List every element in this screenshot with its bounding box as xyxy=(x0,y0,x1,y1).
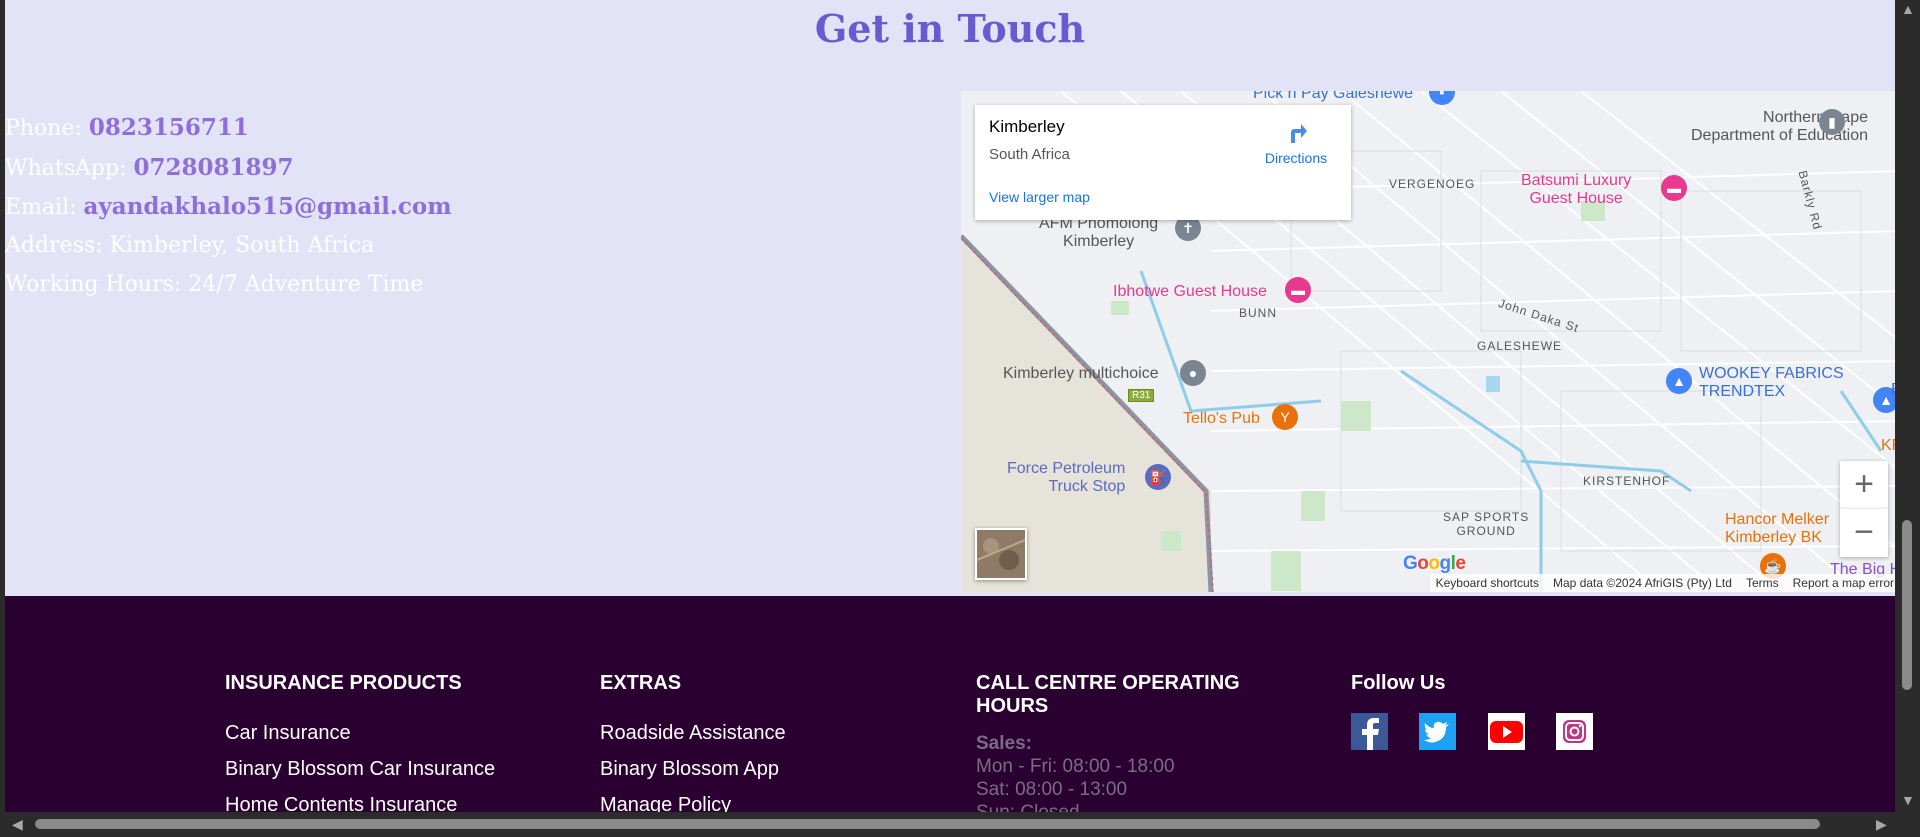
wookey-line1: WOOKEY FABRICS xyxy=(1699,365,1844,382)
horizontal-scroll-thumb[interactable] xyxy=(35,819,1820,829)
map-area-vergenoeg: VERGENOEG xyxy=(1389,177,1476,191)
map-card-subtitle: South Africa xyxy=(989,146,1070,163)
hours-weekday: Mon - Fri: 08:00 - 18:00 xyxy=(976,756,1175,777)
fuel-pin-icon[interactable]: ⛽ xyxy=(1145,464,1171,490)
terms-link[interactable]: Terms xyxy=(1746,576,1779,590)
map-area-sap-sports: SAP SPORTS GROUND xyxy=(1443,510,1529,538)
scroll-down-icon[interactable]: ▼ xyxy=(1901,793,1915,807)
footer-heading-insurance: INSURANCE PRODUCTS xyxy=(225,672,462,694)
wookey-line2: TRENDTEX xyxy=(1699,383,1786,400)
twitter-icon[interactable] xyxy=(1419,713,1457,750)
phone-link[interactable]: 0823156711 xyxy=(89,114,249,141)
hotel-pin-icon[interactable]: ▬ xyxy=(1661,175,1687,201)
map-label-wookey: WOOKEY FABRICS TRENDTEX xyxy=(1699,365,1844,401)
sap-line2: GROUND xyxy=(1456,524,1516,538)
whatsapp-label: WhatsApp: xyxy=(5,156,127,181)
site-footer: INSURANCE PRODUCTS Car Insurance Binary … xyxy=(5,596,1895,812)
hotel-pin-icon[interactable]: ▬ xyxy=(1285,277,1311,303)
map-label-afm: AFM Phomolong Kimberley xyxy=(1039,215,1158,251)
footer-link-app[interactable]: Binary Blossom App xyxy=(600,751,930,787)
map-label-kf: KF xyxy=(1881,437,1895,454)
force-line2: Truck Stop xyxy=(1048,478,1126,495)
hours-saturday: Sat: 08:00 - 13:00 xyxy=(976,779,1128,800)
footer-col-follow: Follow Us xyxy=(1351,672,1681,750)
section-title: Get in Touch xyxy=(814,6,1086,51)
email-label: Email: xyxy=(5,195,77,220)
batsumi-line2: Guest House xyxy=(1529,190,1623,207)
map-area-kirstenhof: KIRSTENHOF xyxy=(1583,474,1671,488)
force-line1: Force Petroleum xyxy=(1007,460,1126,477)
browser-viewport: Get in Touch Phone: 0823156711 WhatsApp:… xyxy=(0,0,1895,812)
footer-link-manage-policy[interactable]: Manage Policy xyxy=(600,787,930,812)
location-pin-icon[interactable]: ● xyxy=(1180,360,1206,386)
email-row: Email: ayandakhalo515@gmail.com xyxy=(5,193,452,220)
footer-link-roadside[interactable]: Roadside Assistance xyxy=(600,715,930,751)
directions-button[interactable]: Directions xyxy=(1261,119,1331,166)
satellite-toggle-button[interactable] xyxy=(975,528,1027,580)
zoom-out-button[interactable]: − xyxy=(1840,509,1888,557)
scroll-right-icon[interactable]: ▶ xyxy=(1876,817,1887,831)
map-label-ibhotwe: Ibhotwe Guest House xyxy=(1113,283,1267,300)
call-centre-hours: Sales: Mon - Fri: 08:00 - 18:00 Sat: 08:… xyxy=(976,732,1276,812)
map-card-title: Kimberley xyxy=(989,117,1065,136)
footer-heading-extras: EXTRAS xyxy=(600,672,682,694)
hours-sunday: Sun: Closed xyxy=(976,802,1080,812)
instagram-icon[interactable] xyxy=(1556,713,1594,750)
phone-row: Phone: 0823156711 xyxy=(5,114,249,141)
shopping-pin-icon[interactable]: ▲ xyxy=(1666,368,1692,394)
view-larger-map-link[interactable]: View larger map xyxy=(989,189,1090,205)
footer-col-insurance: INSURANCE PRODUCTS Car Insurance Binary … xyxy=(225,672,555,812)
vertical-scrollbar[interactable]: ▲ ▼ xyxy=(1895,0,1920,812)
map-area-galeshewe: GALESHEWE xyxy=(1477,339,1563,353)
map-label-force-petroleum: Force Petroleum Truck Stop xyxy=(1007,460,1125,496)
social-icons xyxy=(1351,713,1681,750)
hancor-line2: Kimberley BK xyxy=(1725,529,1822,546)
bar-pin-icon[interactable]: Y xyxy=(1272,404,1298,430)
directions-label: Directions xyxy=(1264,150,1328,166)
map-label-multichoice: Kimberley multichoice xyxy=(1003,365,1159,382)
vertical-scroll-thumb[interactable] xyxy=(1902,520,1912,690)
google-logo: Google xyxy=(1403,553,1466,574)
government-pin-icon[interactable]: ▮ xyxy=(1819,109,1845,135)
footer-heading-follow: Follow Us xyxy=(1351,672,1446,694)
hancor-line1: Hancor Melker xyxy=(1725,511,1830,528)
keyboard-shortcuts-link[interactable]: Keyboard shortcuts xyxy=(1436,576,1539,590)
footer-col-hours: CALL CENTRE OPERATING HOURS Sales: Mon -… xyxy=(976,672,1276,812)
map-info-card: Kimberley South Africa Directions View l… xyxy=(975,105,1351,220)
whatsapp-link[interactable]: 0728081897 xyxy=(134,154,294,181)
batsumi-line1: Batsumi Luxury xyxy=(1521,172,1632,189)
afm-line2: Kimberley xyxy=(1063,233,1135,250)
zoom-in-button[interactable]: + xyxy=(1840,461,1888,509)
map-data-credit: Map data ©2024 AfriGIS (Pty) Ltd xyxy=(1553,576,1732,590)
satellite-thumbnail-icon xyxy=(976,530,1026,578)
footer-link-binary-blossom-car[interactable]: Binary Blossom Car Insurance xyxy=(225,751,555,787)
footer-heading-hours: CALL CENTRE OPERATING HOURS xyxy=(976,672,1240,717)
scroll-up-icon[interactable]: ▲ xyxy=(1901,2,1915,16)
youtube-icon[interactable] xyxy=(1487,713,1525,750)
working-hours-text: Working Hours: 24/7 Adventure Time xyxy=(5,272,424,297)
directions-icon xyxy=(1291,124,1307,143)
scroll-left-icon[interactable]: ◀ xyxy=(12,817,23,831)
whatsapp-row: WhatsApp: 0728081897 xyxy=(5,154,294,181)
report-map-error-link[interactable]: Report a map error xyxy=(1793,576,1894,590)
map-label-batsumi: Batsumi Luxury Guest House xyxy=(1521,172,1631,208)
address-text: Address: Kimberley, South Africa xyxy=(5,233,375,258)
sap-line1: SAP SPORTS xyxy=(1443,510,1530,524)
facebook-icon[interactable] xyxy=(1351,713,1388,750)
map-attribution-bar: Keyboard shortcuts Map data ©2024 AfriGI… xyxy=(1429,574,1895,592)
footer-col-extras: EXTRAS Roadside Assistance Binary Blosso… xyxy=(600,672,930,812)
map-label-pick-n-pay: Pick n Pay Galeshewe xyxy=(1253,91,1414,102)
horizontal-scrollbar[interactable]: ◀ ▶ xyxy=(0,812,1920,837)
footer-link-home-contents[interactable]: Home Contents Insurance xyxy=(225,787,555,812)
map-label-tellos: Tello's Pub xyxy=(1183,410,1260,427)
contact-section: Get in Touch Phone: 0823156711 WhatsApp:… xyxy=(5,0,1895,596)
route-shield-r31: R31 xyxy=(1128,389,1155,402)
phone-label: Phone: xyxy=(5,116,82,141)
map-area-bunn: BUNN xyxy=(1239,306,1278,320)
sales-label: Sales: xyxy=(976,733,1032,754)
footer-link-car-insurance[interactable]: Car Insurance xyxy=(225,715,555,751)
embedded-map[interactable]: Pick n Pay Galeshewe ▪ Northern Cape Dep… xyxy=(961,91,1895,592)
map-label-hancor: Hancor Melker Kimberley BK xyxy=(1725,511,1829,547)
email-link[interactable]: ayandakhalo515@gmail.com xyxy=(84,193,452,220)
